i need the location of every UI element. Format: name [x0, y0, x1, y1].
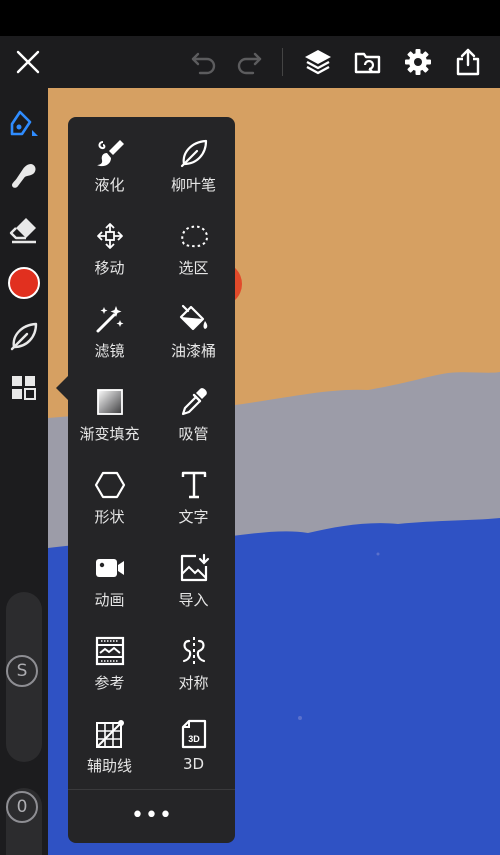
3d-icon: 3D [181, 719, 206, 749]
color-swatch [8, 267, 40, 299]
status-bar [0, 0, 500, 36]
share-button[interactable] [450, 44, 486, 80]
tool-import[interactable]: 导入 [152, 532, 235, 615]
eyedropper-icon [181, 388, 207, 416]
import-folder-icon [354, 52, 381, 74]
tool-liquify[interactable]: 液化 [68, 117, 151, 200]
tool-label: 3D [182, 755, 205, 773]
gradient-icon [96, 389, 123, 415]
tool-label: 柳叶笔 [170, 176, 216, 194]
tool-filter[interactable]: 滤镜 [68, 283, 151, 366]
tool-label: 导入 [178, 591, 209, 609]
tool-animation[interactable]: 动画 [68, 532, 151, 615]
text-icon [181, 471, 206, 499]
tool-label: 吸管 [178, 425, 209, 443]
tool-shape[interactable]: 形状 [68, 449, 151, 532]
smudge-tool-button[interactable] [4, 156, 44, 196]
tool-label: 渐变填充 [79, 425, 140, 443]
redo-icon [237, 52, 262, 75]
tools-menu-button[interactable] [4, 368, 44, 408]
gear-icon [405, 49, 431, 75]
left-sidebar: S 0 [0, 88, 48, 855]
share-icon [456, 48, 480, 76]
tool-label: 形状 [94, 508, 125, 526]
tool-3d[interactable]: 3D 3D [152, 698, 235, 781]
tool-label: 液化 [94, 176, 125, 194]
svg-text:3D: 3D [188, 734, 200, 744]
paint-bucket-icon [179, 304, 207, 331]
leaf-pen-button[interactable] [4, 316, 44, 356]
close-icon [16, 50, 40, 74]
toolbar-separator [282, 48, 283, 76]
tool-move[interactable]: 移动 [68, 200, 151, 283]
tool-label: 动画 [94, 591, 125, 609]
eraser-icon [9, 218, 36, 244]
shape-icon [94, 471, 125, 499]
brush-tool-button[interactable] [4, 104, 44, 144]
tool-label: 参考 [94, 674, 125, 692]
selection-icon [180, 225, 208, 248]
layers-button[interactable] [300, 44, 336, 80]
top-toolbar [0, 36, 500, 88]
reference-icon [95, 636, 124, 666]
tool-label: 滤镜 [94, 342, 125, 360]
leaf-pen-icon [180, 139, 207, 168]
color-swatch-button[interactable] [4, 263, 44, 303]
import-image-icon [180, 553, 209, 582]
tool-label: 油漆桶 [170, 342, 216, 360]
import-folder-button[interactable] [350, 44, 386, 80]
close-button[interactable] [10, 44, 46, 80]
opacity-slider[interactable]: 0 [6, 788, 42, 855]
grid-icon [12, 376, 36, 400]
tool-label: 对称 [178, 674, 209, 692]
brush-size-slider[interactable]: S [6, 592, 42, 762]
tool-gradient[interactable]: 渐变填充 [68, 366, 151, 449]
smudge-icon [12, 164, 36, 188]
tool-symmetry[interactable]: 对称 [152, 615, 235, 698]
brush-icon [10, 110, 38, 136]
liquify-icon [96, 140, 124, 167]
size-label: S [16, 661, 28, 681]
tool-leaf-pen[interactable]: 柳叶笔 [152, 117, 235, 200]
symmetry-icon [182, 637, 205, 665]
tool-menu: 液化 柳叶笔 移动 选区 滤镜 油漆桶 渐变填充 吸管 形状 文字 动画 导入 … [68, 117, 235, 843]
undo-button[interactable] [186, 44, 222, 80]
leaf-icon [10, 322, 38, 351]
undo-icon [191, 52, 216, 75]
tool-label: 选区 [178, 259, 209, 277]
tool-paint-bucket[interactable]: 油漆桶 [152, 283, 235, 366]
animation-icon [95, 559, 124, 577]
tool-selection[interactable]: 选区 [152, 200, 235, 283]
tool-text[interactable]: 文字 [152, 449, 235, 532]
more-tools-button[interactable]: ••• [128, 801, 176, 829]
opacity-label: 0 [16, 797, 28, 817]
tool-label: 文字 [178, 508, 209, 526]
opacity-knob[interactable]: 0 [6, 791, 38, 823]
filter-icon [96, 306, 123, 333]
move-icon [96, 223, 123, 249]
tool-guides[interactable]: 辅助线 [68, 698, 151, 781]
tool-menu-pointer [56, 376, 68, 400]
brush-size-knob[interactable]: S [6, 655, 38, 687]
settings-button[interactable] [400, 44, 436, 80]
eraser-tool-button[interactable] [4, 210, 44, 250]
redo-button[interactable] [231, 44, 267, 80]
tool-eyedropper[interactable]: 吸管 [152, 366, 235, 449]
tool-label: 辅助线 [86, 757, 132, 775]
guides-icon [95, 720, 124, 748]
tool-reference[interactable]: 参考 [68, 615, 151, 698]
tool-label: 移动 [94, 259, 125, 277]
layers-icon [305, 50, 331, 75]
menu-divider [68, 789, 235, 790]
